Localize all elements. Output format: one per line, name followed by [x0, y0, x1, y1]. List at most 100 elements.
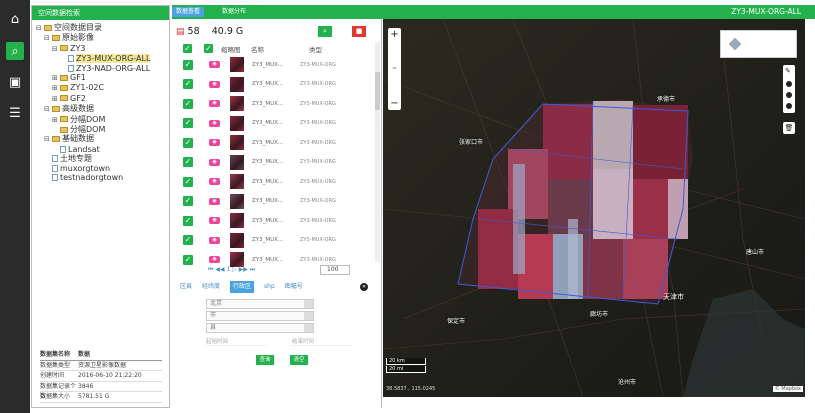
delete-results-button[interactable]: ■ — [352, 26, 366, 37]
row-checkbox[interactable]: ✓ — [183, 137, 193, 148]
row-checkbox[interactable]: ✓ — [183, 98, 193, 109]
row-checkbox[interactable]: ✓ — [183, 254, 193, 265]
document-search-icon[interactable]: ▣ — [6, 73, 24, 91]
thumbnail-image[interactable] — [230, 252, 244, 268]
tree-node[interactable]: ⊞ GF2 — [36, 94, 169, 104]
thumbnail-image[interactable] — [230, 96, 244, 112]
footprint-toggle-icon[interactable]: ◉ — [209, 158, 220, 166]
filter-tab-latlon[interactable]: 经纬度 — [202, 281, 220, 293]
tree-node[interactable]: ⊟ 基础数据 — [36, 134, 169, 144]
home-icon[interactable]: ⌂ — [6, 10, 24, 28]
row-checkbox[interactable]: ✓ — [183, 79, 193, 90]
pagination[interactable]: ⏮ ◀◀ 1 ▷ ▶▶ ⏭ — [208, 266, 255, 274]
row-checkbox[interactable]: ✓ — [183, 59, 193, 70]
row-checkbox[interactable]: ✓ — [183, 157, 193, 168]
row-checkbox[interactable]: ✓ — [183, 215, 193, 226]
filter-tab-shp[interactable]: shp — [264, 281, 275, 293]
footprint-toggle-icon[interactable]: ◉ — [209, 61, 220, 69]
thumbnail-image[interactable] — [230, 174, 244, 190]
tree-node[interactable]: ⊞ GF1 — [36, 73, 169, 83]
page-size-select[interactable]: 100 — [320, 265, 350, 275]
collapse-icon[interactable]: ⊟ — [44, 34, 52, 43]
table-row[interactable]: ✓ ◉ ZY3_MUX... ZY3-MUX-ORG — [180, 114, 374, 134]
thumbnail-image[interactable] — [230, 154, 244, 170]
county-select[interactable]: 县 — [206, 323, 314, 333]
select-all-checkbox-2[interactable]: ✓ — [204, 44, 213, 53]
select-all-checkbox[interactable]: ✓ — [183, 44, 192, 53]
expand-icon[interactable]: ⊞ — [52, 74, 60, 83]
footprint-toggle-icon[interactable]: ◉ — [209, 100, 220, 108]
tree-node[interactable]: 分幅DOM — [36, 125, 169, 134]
tree-node[interactable]: ⊟ 高级数据 — [36, 104, 169, 114]
tree-node[interactable]: ⊟ 原始影像 — [36, 33, 169, 43]
table-row[interactable]: ✓ ◉ ZY3_MUX... ZY3-MUX-ORG — [180, 153, 374, 173]
table-row[interactable]: ✓ ◉ ZY3_MUX... ZY3-MUX-ORG — [180, 133, 374, 153]
list-icon[interactable]: ☰ — [6, 104, 24, 122]
row-checkbox[interactable]: ✓ — [183, 176, 193, 187]
tree-node[interactable]: testnadorgtown — [36, 173, 169, 182]
footprint-toggle-icon[interactable]: ◉ — [209, 217, 220, 225]
tab-data-distribution[interactable]: 数据分布 — [218, 7, 250, 17]
thumbnail-image[interactable] — [230, 232, 244, 248]
draw-rectangle-tool[interactable] — [786, 103, 792, 109]
table-scrollbar[interactable] — [375, 42, 380, 262]
table-row[interactable]: ✓ ◉ ZY3_MUX... ZY3-MUX-ORG — [180, 94, 374, 114]
row-checkbox[interactable]: ✓ — [183, 196, 193, 207]
start-date-input[interactable]: 起始时间 — [206, 337, 266, 346]
tree-node[interactable]: ⊞ ZY1-02C — [36, 83, 169, 93]
tree-node[interactable]: ⊟ ZY3 — [36, 44, 169, 54]
collapse-icon[interactable]: ⊟ — [52, 45, 60, 54]
thumbnail-image[interactable] — [230, 76, 244, 92]
draw-point-tool[interactable] — [786, 81, 792, 87]
table-row[interactable]: ✓ ◉ ZY3_MUX... ZY3-MUX-ORG — [180, 192, 374, 212]
close-filter-icon[interactable]: ✕ — [360, 283, 368, 291]
province-select[interactable]: 北京 — [206, 299, 314, 309]
query-button[interactable]: 查询 — [256, 355, 274, 365]
footprint-toggle-icon[interactable]: ◉ — [209, 119, 220, 127]
tree-node[interactable]: ⊞ 分幅DOM — [36, 115, 169, 125]
tree-node[interactable]: muxorgtown — [36, 164, 169, 173]
end-date-input[interactable]: 结束时间 — [292, 337, 352, 346]
table-row[interactable]: ✓ ◉ ZY3_MUX... ZY3-MUX-ORG — [180, 172, 374, 192]
zoom-slider[interactable]: ═ — [388, 41, 401, 97]
table-row[interactable]: ✓ ◉ ZY3_MUX... ZY3-MUX-ORG — [180, 211, 374, 231]
tree-node[interactable]: Landsat — [36, 145, 169, 154]
draw-polygon-tool[interactable] — [786, 92, 792, 98]
collapse-icon[interactable]: ⊟ — [44, 105, 52, 114]
collapse-icon[interactable]: ⊟ — [44, 135, 52, 144]
row-checkbox[interactable]: ✓ — [183, 118, 193, 129]
footprint-toggle-icon[interactable]: ◉ — [209, 178, 220, 186]
filter-tab-sheet[interactable]: 图幅号 — [285, 281, 303, 293]
table-row[interactable]: ✓ ◉ ZY3_MUX... ZY3-MUX-ORG — [180, 231, 374, 251]
table-row[interactable]: ✓ ◉ ZY3_MUX... ZY3-MUX-ORG — [180, 75, 374, 95]
thumbnail-image[interactable] — [230, 57, 244, 73]
filter-tab-county[interactable]: 区县 — [180, 281, 192, 293]
expand-icon[interactable]: ⊞ — [52, 95, 60, 104]
footprint-toggle-icon[interactable]: ◉ — [209, 256, 220, 264]
map-attribution[interactable]: © Mapbox — [772, 386, 803, 392]
expand-icon[interactable]: ⊞ — [52, 84, 60, 93]
table-row[interactable]: ✓ ◉ ZY3_MUX... ZY3-MUX-ORG — [180, 55, 374, 75]
clear-button[interactable]: 清空 — [290, 355, 308, 365]
collapse-icon[interactable]: ⊟ — [36, 24, 44, 33]
city-select[interactable]: 市 — [206, 311, 314, 321]
pencil-icon[interactable]: ✎ — [785, 67, 791, 75]
tree-node[interactable]: ZY3-MUX-ORG-ALL — [36, 54, 169, 64]
row-checkbox[interactable]: ✓ — [183, 235, 193, 246]
filter-tab-admin[interactable]: 行政区 — [230, 281, 255, 293]
layer-switcher[interactable] — [720, 30, 797, 58]
thumbnail-image[interactable] — [230, 213, 244, 229]
map-view[interactable]: + ═ − ✎ 🗑 承德市 张家口市 唐山市 天津市 保定市 廊坊市 沧州市 2… — [383, 19, 805, 397]
footprint-toggle-icon[interactable]: ◉ — [209, 197, 220, 205]
thumbnail-image[interactable] — [230, 193, 244, 209]
zoom-out-button[interactable]: − — [388, 97, 401, 110]
trash-icon[interactable]: 🗑 — [783, 122, 795, 134]
search-results-button[interactable]: ⌕ — [318, 26, 332, 37]
footprint-toggle-icon[interactable]: ◉ — [209, 139, 220, 147]
tree-node[interactable]: 土地专题 — [36, 154, 169, 163]
tree-node[interactable]: ZY3-NAD-ORG-ALL — [36, 64, 169, 73]
tree-node[interactable]: ⊟ 空间数据目录 — [36, 23, 169, 33]
zoom-in-button[interactable]: + — [388, 28, 401, 41]
footprint-toggle-icon[interactable]: ◉ — [209, 80, 220, 88]
footprint-toggle-icon[interactable]: ◉ — [209, 236, 220, 244]
